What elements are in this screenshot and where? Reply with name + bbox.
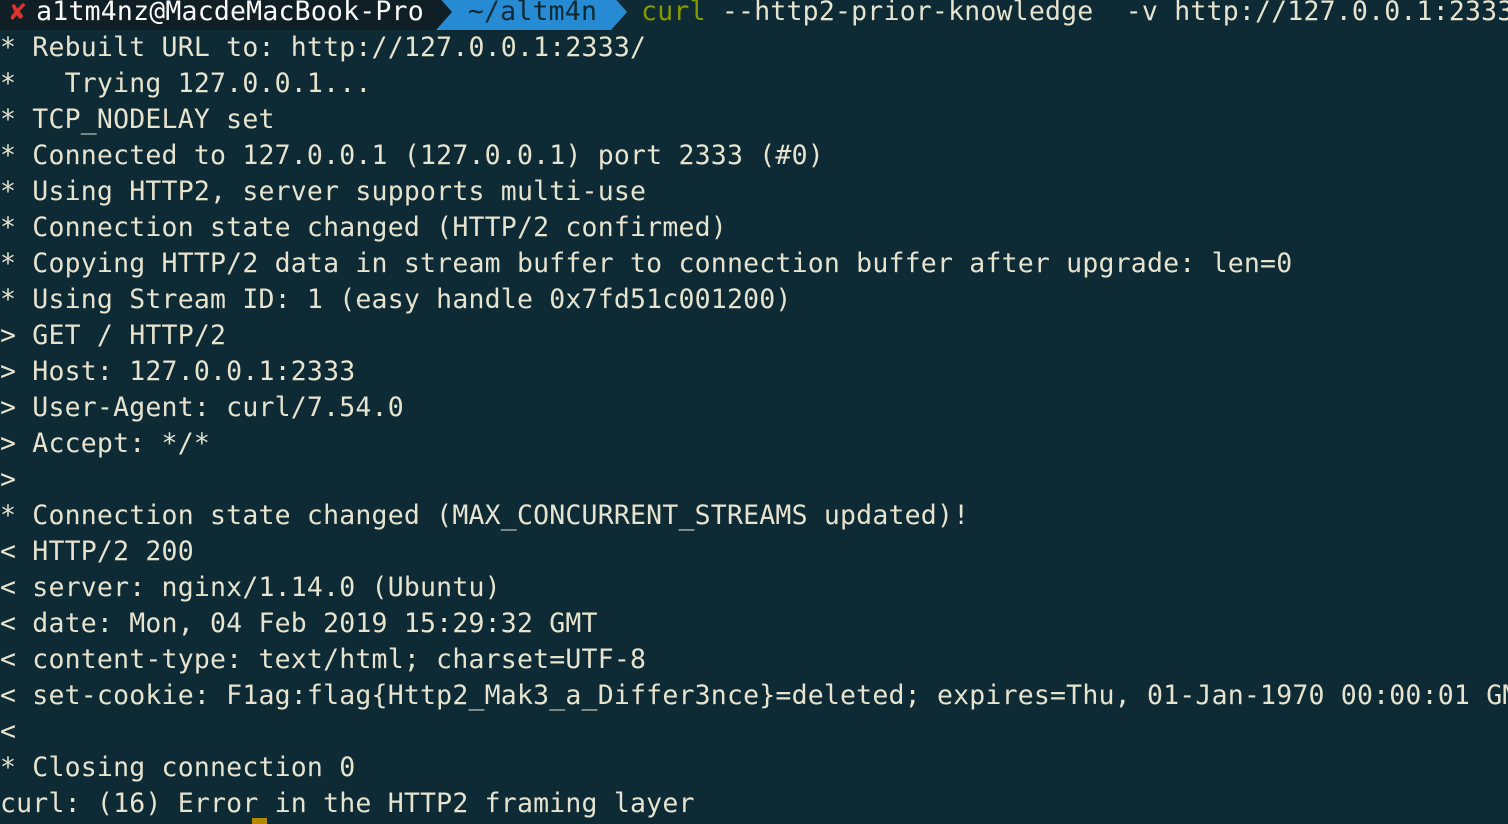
prompt-directory-segment: ~/altm4n — [451, 0, 612, 30]
output-line: * Connection state changed (HTTP/2 confi… — [0, 212, 727, 243]
output-line: * Using Stream ID: 1 (easy handle 0x7fd5… — [0, 284, 792, 315]
output-line: < server: nginx/1.14.0 (Ubuntu) — [0, 572, 501, 603]
command-arguments: --http2-prior-knowledge -v http://127.0.… — [705, 0, 1508, 27]
powerline-separator-icon — [611, 0, 628, 30]
output-line: < — [0, 716, 17, 747]
powerline-separator-icon — [435, 0, 452, 30]
output-line: * Closing connection 0 — [0, 752, 356, 783]
output-line: < HTTP/2 200 — [0, 536, 194, 567]
output-line: * Rebuilt URL to: http://127.0.0.1:2333/ — [0, 32, 647, 63]
output-line: > User-Agent: curl/7.54.0 — [0, 392, 404, 423]
output-line: * Connected to 127.0.0.1 (127.0.0.1) por… — [0, 140, 824, 171]
output-line: < set-cookie: F1ag:flag{Http2_Mak3_a_Dif… — [0, 680, 1508, 711]
error-x-icon: ✘ — [10, 0, 27, 27]
prompt-directory: ~/altm4n — [467, 0, 598, 27]
output-line: > Host: 127.0.0.1:2333 — [0, 356, 356, 387]
output-line: * TCP_NODELAY set — [0, 104, 275, 135]
command-name: curl — [641, 0, 706, 27]
prompt-user-host: a1tm4nz@MacdeMacBook-Pro — [36, 0, 424, 27]
prompt-line: ✘ a1tm4nz@MacdeMacBook-Pro ~/altm4n curl… — [0, 0, 1508, 30]
text-cursor — [252, 818, 267, 824]
prompt-status-segment: ✘ a1tm4nz@MacdeMacBook-Pro — [0, 0, 436, 30]
output-line: < date: Mon, 04 Feb 2019 15:29:32 GMT — [0, 608, 598, 639]
output-line: * Copying HTTP/2 data in stream buffer t… — [0, 248, 1293, 279]
output-line: * Using HTTP2, server supports multi-use — [0, 176, 647, 207]
output-line: * Trying 127.0.0.1... — [0, 68, 372, 99]
output-line: > Accept: */* — [0, 428, 211, 459]
output-line: > GET / HTTP/2 — [0, 320, 227, 351]
output-line: * Connection state changed (MAX_CONCURRE… — [0, 500, 970, 531]
output-line: > — [0, 464, 17, 495]
output-line: curl: (16) Error in the HTTP2 framing la… — [0, 788, 695, 819]
terminal-window[interactable]: ✘ a1tm4nz@MacdeMacBook-Pro ~/altm4n curl… — [0, 0, 1508, 824]
output-line: < content-type: text/html; charset=UTF-8 — [0, 644, 647, 675]
